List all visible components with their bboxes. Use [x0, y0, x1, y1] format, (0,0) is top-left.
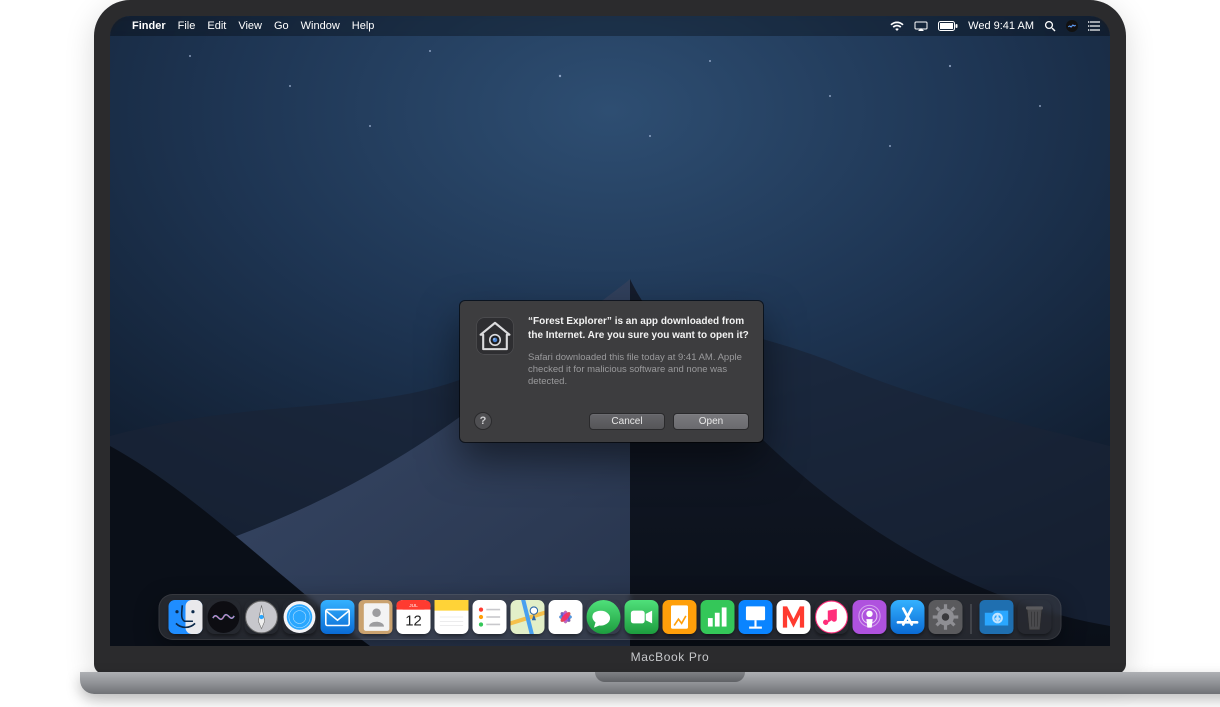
device-brand-label: MacBook Pro [631, 650, 710, 664]
gatekeeper-dialog: “Forest Explorer” is an app downloaded f… [460, 301, 763, 442]
dock-app-trash[interactable] [1018, 600, 1052, 634]
dock-app-launchpad[interactable] [245, 600, 279, 634]
dock-app-appstore[interactable] [891, 600, 925, 634]
dock-app-itunes[interactable] [815, 600, 849, 634]
wifi-icon[interactable] [890, 21, 904, 32]
dock-app-safari[interactable] [283, 600, 317, 634]
screen-bezel: Finder File Edit View Go Window Help [94, 0, 1126, 674]
menu-item-view[interactable]: View [238, 20, 262, 32]
menu-item-go[interactable]: Go [274, 20, 289, 32]
dock-app-contacts[interactable] [359, 600, 393, 634]
menu-bar-left: Finder File Edit View Go Window Help [120, 20, 374, 32]
dock-app-numbers[interactable] [701, 600, 735, 634]
dock-app-mail[interactable] [321, 600, 355, 634]
open-button[interactable]: Open [673, 413, 749, 430]
dock-app-siri[interactable] [207, 600, 241, 634]
dock-app-calendar[interactable]: JUL 12 [397, 600, 431, 634]
dock-app-messages[interactable] [587, 600, 621, 634]
camera-dot [607, 6, 613, 12]
dialog-title: “Forest Explorer” is an app downloaded f… [528, 315, 749, 342]
siri-icon[interactable] [1066, 20, 1078, 32]
airplay-icon[interactable] [914, 21, 928, 32]
dock: JUL 12 [159, 594, 1062, 640]
screen: Finder File Edit View Go Window Help [110, 16, 1110, 646]
menu-item-help[interactable]: Help [352, 20, 375, 32]
menu-item-window[interactable]: Window [301, 20, 340, 32]
search-icon[interactable] [1044, 20, 1056, 32]
dialog-subtitle: Safari downloaded this file today at 9:4… [528, 352, 749, 389]
dock-app-downloads[interactable] [980, 600, 1014, 634]
menu-item-file[interactable]: File [178, 20, 196, 32]
dock-app-system-preferences[interactable] [929, 600, 963, 634]
laptop-frame: Finder File Edit View Go Window Help [80, 0, 1140, 694]
dock-app-photos[interactable] [549, 600, 583, 634]
list-icon[interactable] [1088, 21, 1100, 31]
menu-bar: Finder File Edit View Go Window Help [110, 16, 1110, 36]
dock-app-notes[interactable] [435, 600, 469, 634]
dock-app-reminders[interactable] [473, 600, 507, 634]
menu-app-name[interactable]: Finder [132, 20, 166, 32]
app-home-icon [474, 315, 516, 357]
dock-app-keynote[interactable] [739, 600, 773, 634]
menu-item-edit[interactable]: Edit [207, 20, 226, 32]
dock-separator [971, 604, 972, 634]
svg-text:JUL: JUL [409, 603, 418, 609]
dock-app-pages[interactable] [663, 600, 697, 634]
laptop-base: MacBook Pro [80, 672, 1220, 694]
dock-app-facetime[interactable] [625, 600, 659, 634]
dock-app-news[interactable] [777, 600, 811, 634]
battery-icon[interactable] [938, 21, 958, 31]
trackpad-notch [595, 672, 745, 682]
help-button[interactable]: ? [474, 412, 492, 430]
cancel-button[interactable]: Cancel [589, 413, 665, 430]
dock-app-maps[interactable] [511, 600, 545, 634]
menubar-clock[interactable]: Wed 9:41 AM [968, 20, 1034, 32]
dock-app-podcasts[interactable] [853, 600, 887, 634]
svg-text:12: 12 [405, 614, 422, 630]
dock-app-finder[interactable] [169, 600, 203, 634]
menu-bar-right: Wed 9:41 AM [890, 20, 1100, 32]
